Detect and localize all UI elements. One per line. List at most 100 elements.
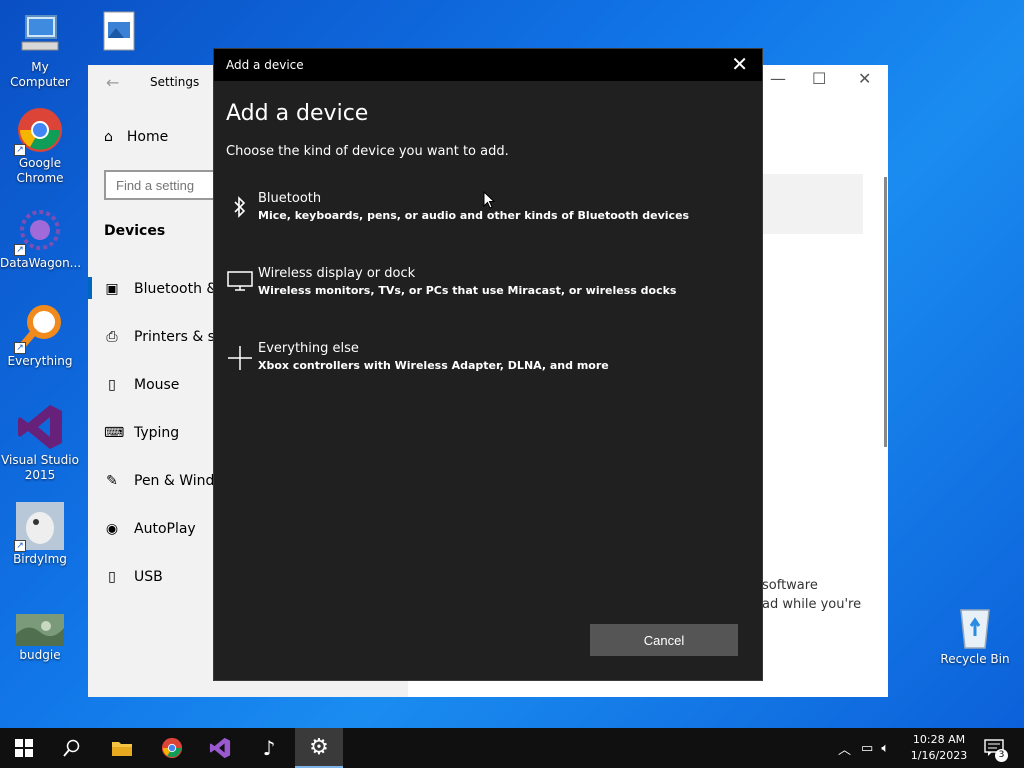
system-tray: ︿ ▭ 🔈︎ bbox=[838, 728, 889, 768]
desktop-icon-label: Google Chrome bbox=[16, 156, 64, 185]
desktop-icon-my-computer[interactable]: My Computer bbox=[0, 10, 80, 90]
shortcut-arrow-icon: ↗ bbox=[14, 342, 26, 354]
pen-icon: ✎ bbox=[106, 473, 118, 489]
content-text: ad while you're bbox=[762, 597, 862, 612]
sidebar-item-label: AutoPlay bbox=[134, 521, 196, 537]
home-label: Home bbox=[126, 129, 169, 145]
visual-studio-taskbar-button[interactable] bbox=[196, 728, 244, 768]
desktop-icon-image-file[interactable] bbox=[78, 10, 158, 60]
speaker-icon[interactable]: 🔈︎ bbox=[881, 741, 889, 756]
dialog-window-title: Add a device bbox=[226, 58, 304, 72]
option-wireless-display[interactable]: Wireless display or dock Wireless monito… bbox=[222, 266, 752, 326]
desktop-icon-label: DataWagon... bbox=[0, 256, 82, 270]
desktop-icon-label: Recycle Bin bbox=[940, 652, 1010, 666]
desktop-icon-google-chrome[interactable]: ↗ Google Chrome bbox=[0, 106, 80, 186]
shortcut-arrow-icon: ↗ bbox=[14, 244, 26, 256]
start-button[interactable] bbox=[0, 728, 48, 768]
magnifier-icon: ↗ bbox=[14, 304, 64, 354]
gear-icon: ⚙ bbox=[309, 734, 329, 760]
section-heading: Devices bbox=[104, 223, 166, 239]
notification-button[interactable]: 3 bbox=[972, 728, 1016, 768]
desktop-icon-budgie[interactable]: budgie bbox=[0, 614, 80, 663]
taskbar-clock[interactable]: 10:28 AM 1/16/2023 bbox=[906, 732, 972, 764]
option-title: Wireless display or dock bbox=[258, 266, 416, 281]
autoplay-icon: ◉ bbox=[105, 521, 119, 537]
clock-date: 1/16/2023 bbox=[910, 749, 968, 762]
close-icon[interactable]: ✕ bbox=[858, 69, 871, 88]
visual-studio-icon bbox=[209, 737, 231, 759]
network-icon[interactable]: ▭ bbox=[861, 741, 873, 756]
option-description: Mice, keyboards, pens, or audio and othe… bbox=[258, 209, 690, 222]
sidebar-item-label: Bluetooth & bbox=[134, 281, 218, 297]
sidebar-item-label: Mouse bbox=[134, 377, 180, 393]
maximize-icon[interactable]: ☐ bbox=[812, 69, 826, 88]
search-button[interactable] bbox=[48, 728, 96, 768]
desktop-icon-visual-studio[interactable]: Visual Studio 2015 bbox=[0, 403, 80, 483]
option-everything-else[interactable]: Everything else Xbox controllers with Wi… bbox=[222, 341, 752, 401]
taskbar: ♪ ⚙ ︿ ▭ 🔈︎ 10:28 AM 1/16/2023 3 bbox=[0, 728, 1024, 768]
close-icon[interactable]: ✕ bbox=[731, 53, 748, 75]
sidebar-item-label: USB bbox=[134, 569, 163, 585]
home-icon: ⌂ bbox=[104, 129, 113, 145]
tiktok-icon: ♪ bbox=[262, 736, 276, 760]
sidebar-item-label: Typing bbox=[134, 425, 180, 441]
settings-home-link[interactable]: ⌂ Home bbox=[104, 129, 168, 145]
usb-icon: ▯ bbox=[108, 569, 116, 585]
sidebar-item-label: Pen & Windo bbox=[134, 473, 223, 489]
option-title: Bluetooth bbox=[258, 191, 322, 206]
windows-logo-icon bbox=[15, 739, 33, 757]
bluetooth-devices-icon: ▣ bbox=[105, 281, 119, 297]
shortcut-arrow-icon: ↗ bbox=[14, 144, 26, 156]
clock-time: 10:28 AM bbox=[912, 733, 966, 746]
dialog-heading: Add a device bbox=[226, 101, 369, 126]
file-explorer-button[interactable] bbox=[98, 728, 146, 768]
bluetooth-icon bbox=[222, 191, 258, 251]
monitor-icon bbox=[222, 266, 258, 326]
add-device-dialog: Add a device ✕ Add a device Choose the k… bbox=[213, 48, 763, 681]
back-arrow-icon[interactable]: ← bbox=[106, 73, 119, 92]
desktop-icon-label: BirdyImg bbox=[13, 552, 67, 566]
active-indicator bbox=[88, 277, 92, 299]
minimize-icon[interactable]: — bbox=[770, 69, 786, 88]
dialog-titlebar: Add a device ✕ bbox=[214, 49, 762, 81]
desktop-icon-everything[interactable]: ↗ Everything bbox=[0, 304, 80, 369]
recycle-bin-icon bbox=[951, 602, 999, 650]
folder-icon bbox=[112, 742, 132, 756]
notification-count-badge: 3 bbox=[995, 749, 1008, 762]
chevron-up-icon[interactable]: ︿ bbox=[838, 739, 851, 758]
chrome-icon bbox=[161, 737, 183, 759]
content-panel bbox=[763, 174, 863, 234]
settings-title: Settings bbox=[150, 75, 200, 89]
desktop-icon-label: budgie bbox=[19, 648, 61, 662]
scrollbar[interactable] bbox=[884, 177, 887, 447]
shortcut-arrow-icon: ↗ bbox=[14, 540, 26, 552]
desktop-icon-label: Visual Studio 2015 bbox=[1, 453, 79, 482]
sidebar-item-label: Printers & sc bbox=[134, 329, 223, 345]
cancel-button[interactable]: Cancel bbox=[590, 624, 738, 656]
desktop-icon-label: My Computer bbox=[10, 60, 70, 89]
desktop-icon-recycle-bin[interactable]: Recycle Bin bbox=[935, 602, 1015, 667]
datawagon-icon: ↗ bbox=[14, 206, 64, 256]
keyboard-icon: ⌨ bbox=[104, 425, 125, 441]
desktop-icon-birdyimg[interactable]: ↗ BirdyImg bbox=[0, 502, 80, 567]
budgie-image-icon bbox=[16, 614, 64, 646]
search-icon bbox=[63, 739, 80, 757]
mouse-icon: ▯ bbox=[108, 377, 116, 393]
settings-taskbar-button[interactable]: ⚙ bbox=[295, 728, 343, 768]
printer-icon: ⎙ bbox=[106, 329, 118, 345]
content-text: software bbox=[762, 578, 818, 593]
option-title: Everything else bbox=[258, 341, 359, 356]
chrome-icon: ↗ bbox=[14, 106, 64, 156]
bird-image-icon: ↗ bbox=[14, 502, 64, 552]
option-description: Xbox controllers with Wireless Adapter, … bbox=[258, 359, 609, 372]
visual-studio-icon bbox=[16, 403, 64, 451]
mouse-cursor-icon bbox=[483, 190, 496, 213]
plus-icon bbox=[222, 341, 258, 401]
desktop-icon-datawagon[interactable]: ↗ DataWagon... bbox=[0, 206, 82, 271]
dialog-subtitle: Choose the kind of device you want to ad… bbox=[226, 144, 509, 159]
desktop-icon-label: Everything bbox=[7, 354, 73, 368]
chrome-taskbar-button[interactable] bbox=[148, 728, 196, 768]
tiktok-taskbar-button[interactable]: ♪ bbox=[245, 728, 293, 768]
computer-icon bbox=[16, 10, 64, 58]
image-file-icon bbox=[94, 10, 142, 58]
